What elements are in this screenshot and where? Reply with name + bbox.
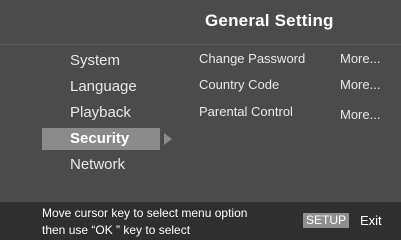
- help-text-line: then use “OK ” key to select: [42, 223, 191, 237]
- footer-bar: Move cursor key to select menu option th…: [0, 202, 401, 240]
- sidebar-item-system[interactable]: System: [42, 50, 160, 72]
- exit-label: Exit: [360, 213, 382, 228]
- sidebar-item-label: System: [70, 52, 121, 69]
- help-text-line: Move cursor key to select menu option: [42, 206, 248, 220]
- option-label: Change Password: [199, 51, 306, 66]
- header-bar: General Setting: [0, 0, 401, 44]
- sidebar-item-label: Network: [70, 156, 126, 173]
- option-label: Country Code: [199, 77, 280, 92]
- sidebar-item-network[interactable]: Network: [42, 154, 160, 176]
- sidebar-item-label: Playback: [70, 104, 131, 121]
- option-country-code[interactable]: Country Code More...: [199, 75, 394, 95]
- selection-arrow-icon: [164, 133, 172, 145]
- sidebar-item-playback[interactable]: Playback: [42, 102, 160, 124]
- option-change-password[interactable]: Change Password More...: [199, 49, 394, 69]
- more-button[interactable]: More...: [340, 77, 380, 92]
- sidebar-item-security[interactable]: Security: [42, 128, 160, 150]
- option-parental-control[interactable]: Parental Control More...: [199, 102, 394, 122]
- sidebar-item-language[interactable]: Language: [42, 76, 160, 98]
- option-label: Parental Control: [199, 104, 293, 119]
- more-button[interactable]: More...: [340, 51, 380, 66]
- menu-panel: System Language Playback Security Networ…: [0, 45, 401, 202]
- more-button[interactable]: More...: [340, 107, 380, 122]
- setup-key-badge[interactable]: SETUP: [303, 213, 350, 228]
- help-text: Move cursor key to select menu option th…: [42, 205, 247, 239]
- sidebar-item-label: Security: [70, 130, 130, 147]
- sidebar-item-label: Language: [70, 78, 137, 95]
- page-title: General Setting: [205, 11, 334, 30]
- settings-screen: General Setting System Language Playback…: [0, 0, 401, 240]
